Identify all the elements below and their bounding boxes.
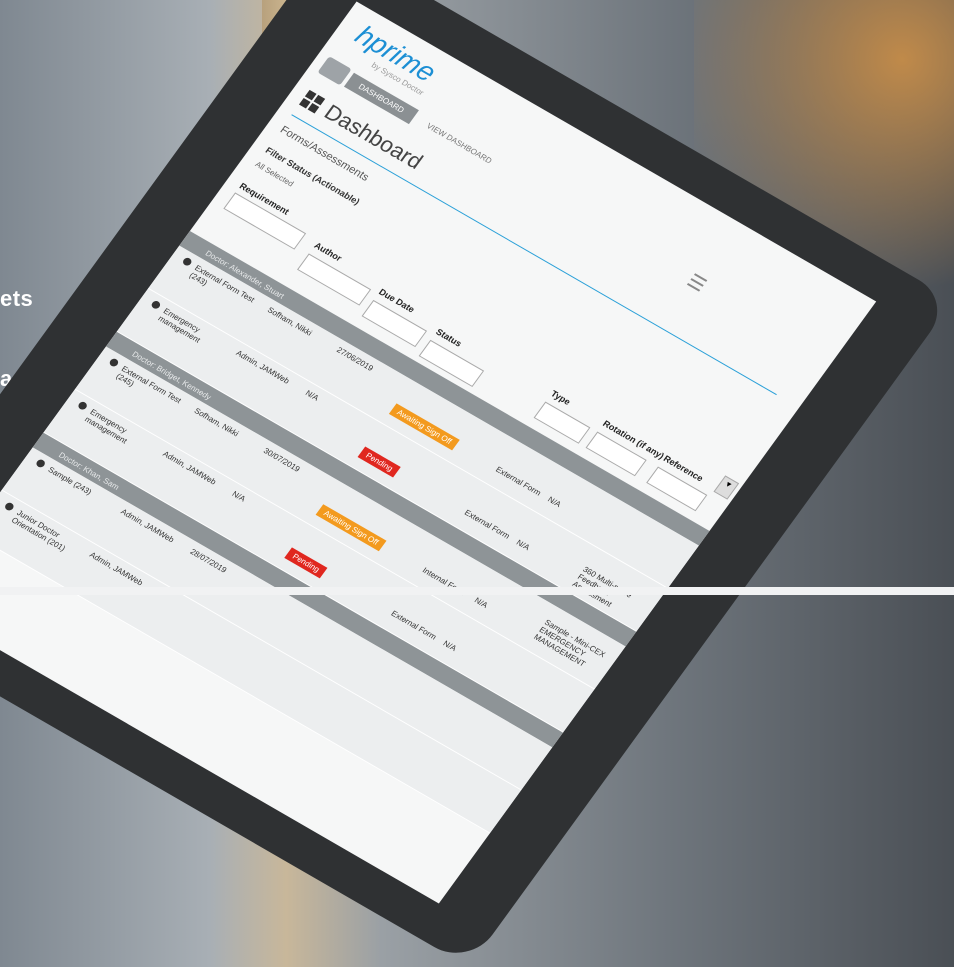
row-due-date: N/A xyxy=(230,489,248,504)
info-icon[interactable] xyxy=(34,458,47,469)
row-rotation: N/A xyxy=(472,595,490,610)
dashboard-icon xyxy=(298,89,326,114)
status-badge: Pending xyxy=(357,446,402,478)
status-badge: Pending xyxy=(284,547,328,579)
info-icon[interactable] xyxy=(108,357,120,368)
row-rotation: N/A xyxy=(545,494,563,509)
row-due-date: N/A xyxy=(303,388,321,403)
info-icon[interactable] xyxy=(3,501,16,512)
breadcrumb-view-dashboard[interactable]: VIEW DASHBOARD xyxy=(412,112,506,175)
marketing-line-2: ets xyxy=(0,286,34,311)
info-icon[interactable] xyxy=(150,299,162,311)
dropdown-chevron-icon[interactable]: ▾ xyxy=(713,475,740,500)
info-icon[interactable] xyxy=(76,400,89,411)
row-rotation: N/A xyxy=(441,638,459,653)
bottom-bar xyxy=(0,587,954,595)
info-icon[interactable] xyxy=(181,256,194,267)
column-type[interactable]: Type xyxy=(549,389,573,407)
row-rotation: N/A xyxy=(514,538,532,553)
hamburger-menu-icon[interactable] xyxy=(686,273,708,292)
